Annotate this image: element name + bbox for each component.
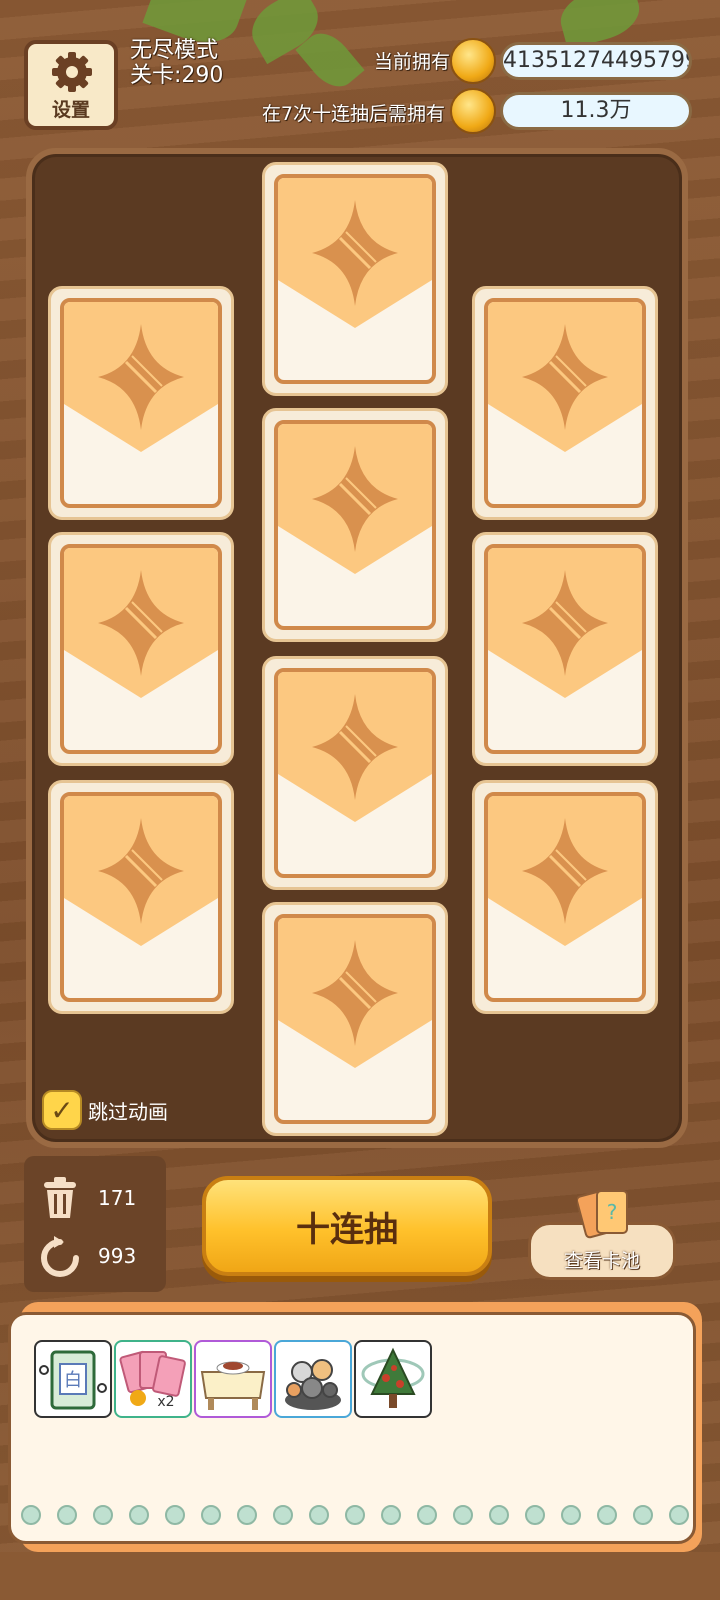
white-tile-item[interactable]: 白: [34, 1340, 112, 1418]
star-icon: [98, 570, 184, 676]
checkbox[interactable]: ✓: [42, 1090, 82, 1130]
face-down-card[interactable]: [48, 780, 234, 1014]
need-label: 在7次十连抽后需拥有: [261, 103, 445, 125]
panel-dot: [597, 1505, 617, 1525]
panel-dot: [201, 1505, 221, 1525]
coin-icon: [450, 38, 496, 84]
panel-dot: [129, 1505, 149, 1525]
tree-icon: [361, 1347, 425, 1408]
mode-info: 无尽模式 关卡:290: [130, 38, 223, 88]
skip-animation-toggle[interactable]: ✓ 跳过动画: [42, 1090, 168, 1130]
svg-text:白: 白: [64, 1370, 82, 1391]
owned-label: 当前拥有: [373, 51, 450, 73]
panel-dot: [93, 1505, 113, 1525]
star-icon: [522, 324, 608, 430]
trash-icon: [44, 1177, 76, 1218]
level-text: 关卡:290: [130, 63, 224, 88]
star-icon: [312, 940, 398, 1046]
panel-dot: [633, 1505, 653, 1525]
svg-text:x2: x2: [157, 1394, 174, 1410]
face-down-card[interactable]: [472, 532, 658, 766]
panel-dot: [345, 1505, 365, 1525]
face-down-card[interactable]: [48, 532, 234, 766]
cards-icon: x2: [119, 1350, 186, 1410]
coin-icon: [450, 88, 496, 134]
table-icon: [200, 1361, 266, 1410]
star-icon: [522, 818, 608, 924]
skip-animation-label: 跳过动画: [88, 1099, 168, 1124]
settings-label: 设置: [51, 99, 90, 121]
view-pool-button[interactable]: ? 查看卡池: [528, 1189, 676, 1280]
ten-draw-label: 十连抽: [296, 1209, 398, 1250]
refresh-stat[interactable]: 993: [40, 1234, 136, 1278]
table-item[interactable]: [194, 1340, 272, 1418]
panel-dot: [525, 1505, 545, 1525]
panel-dot: [309, 1505, 329, 1525]
star-icon: [522, 570, 608, 676]
face-down-card[interactable]: [262, 656, 448, 890]
panel-dot: [453, 1505, 473, 1525]
panel-dot: [489, 1505, 509, 1525]
refresh-icon: [41, 1236, 79, 1277]
tile-icon: 白: [39, 1350, 107, 1410]
svg-text:?: ?: [607, 1200, 618, 1224]
need-value: 11.3万: [500, 92, 692, 130]
star-icon: [98, 324, 184, 430]
view-pool-label: 查看卡池: [563, 1250, 640, 1272]
ten-draw-button[interactable]: 十连抽: [202, 1176, 492, 1276]
face-down-card[interactable]: [262, 902, 448, 1136]
cards-x2-item[interactable]: x2: [114, 1340, 192, 1418]
face-down-card[interactable]: [472, 780, 658, 1014]
settings-button[interactable]: 设置: [24, 40, 118, 130]
face-down-card[interactable]: [262, 408, 448, 642]
trash-count: 171: [98, 1186, 137, 1210]
panel-dot: [21, 1505, 41, 1525]
trash-stat[interactable]: 171: [40, 1176, 136, 1220]
bottom-strip: [0, 1552, 720, 1600]
cats-item[interactable]: [274, 1340, 352, 1418]
panel-dot: [165, 1505, 185, 1525]
star-icon: [312, 200, 398, 306]
panel-dots: [21, 1505, 689, 1525]
panel-dot: [417, 1505, 437, 1525]
gear-icon: [52, 52, 92, 92]
tree-item[interactable]: [354, 1340, 432, 1418]
refresh-count: 993: [98, 1244, 137, 1268]
star-icon: [312, 446, 398, 552]
panel-dot: [57, 1505, 77, 1525]
face-down-card[interactable]: [472, 286, 658, 520]
card-pool-icon: ?: [577, 1189, 628, 1239]
panel-dot: [273, 1505, 293, 1525]
star-icon: [312, 694, 398, 800]
cats-icon: [285, 1359, 341, 1410]
panel-dot: [561, 1505, 581, 1525]
owned-value: 4135127449579998: [500, 42, 692, 80]
face-down-card[interactable]: [262, 162, 448, 396]
mode-name: 无尽模式: [130, 38, 219, 63]
face-down-card[interactable]: [48, 286, 234, 520]
panel-dot: [669, 1505, 689, 1525]
star-icon: [98, 818, 184, 924]
panel-dot: [381, 1505, 401, 1525]
stats-panel: 171 993: [24, 1156, 166, 1292]
panel-dot: [237, 1505, 257, 1525]
